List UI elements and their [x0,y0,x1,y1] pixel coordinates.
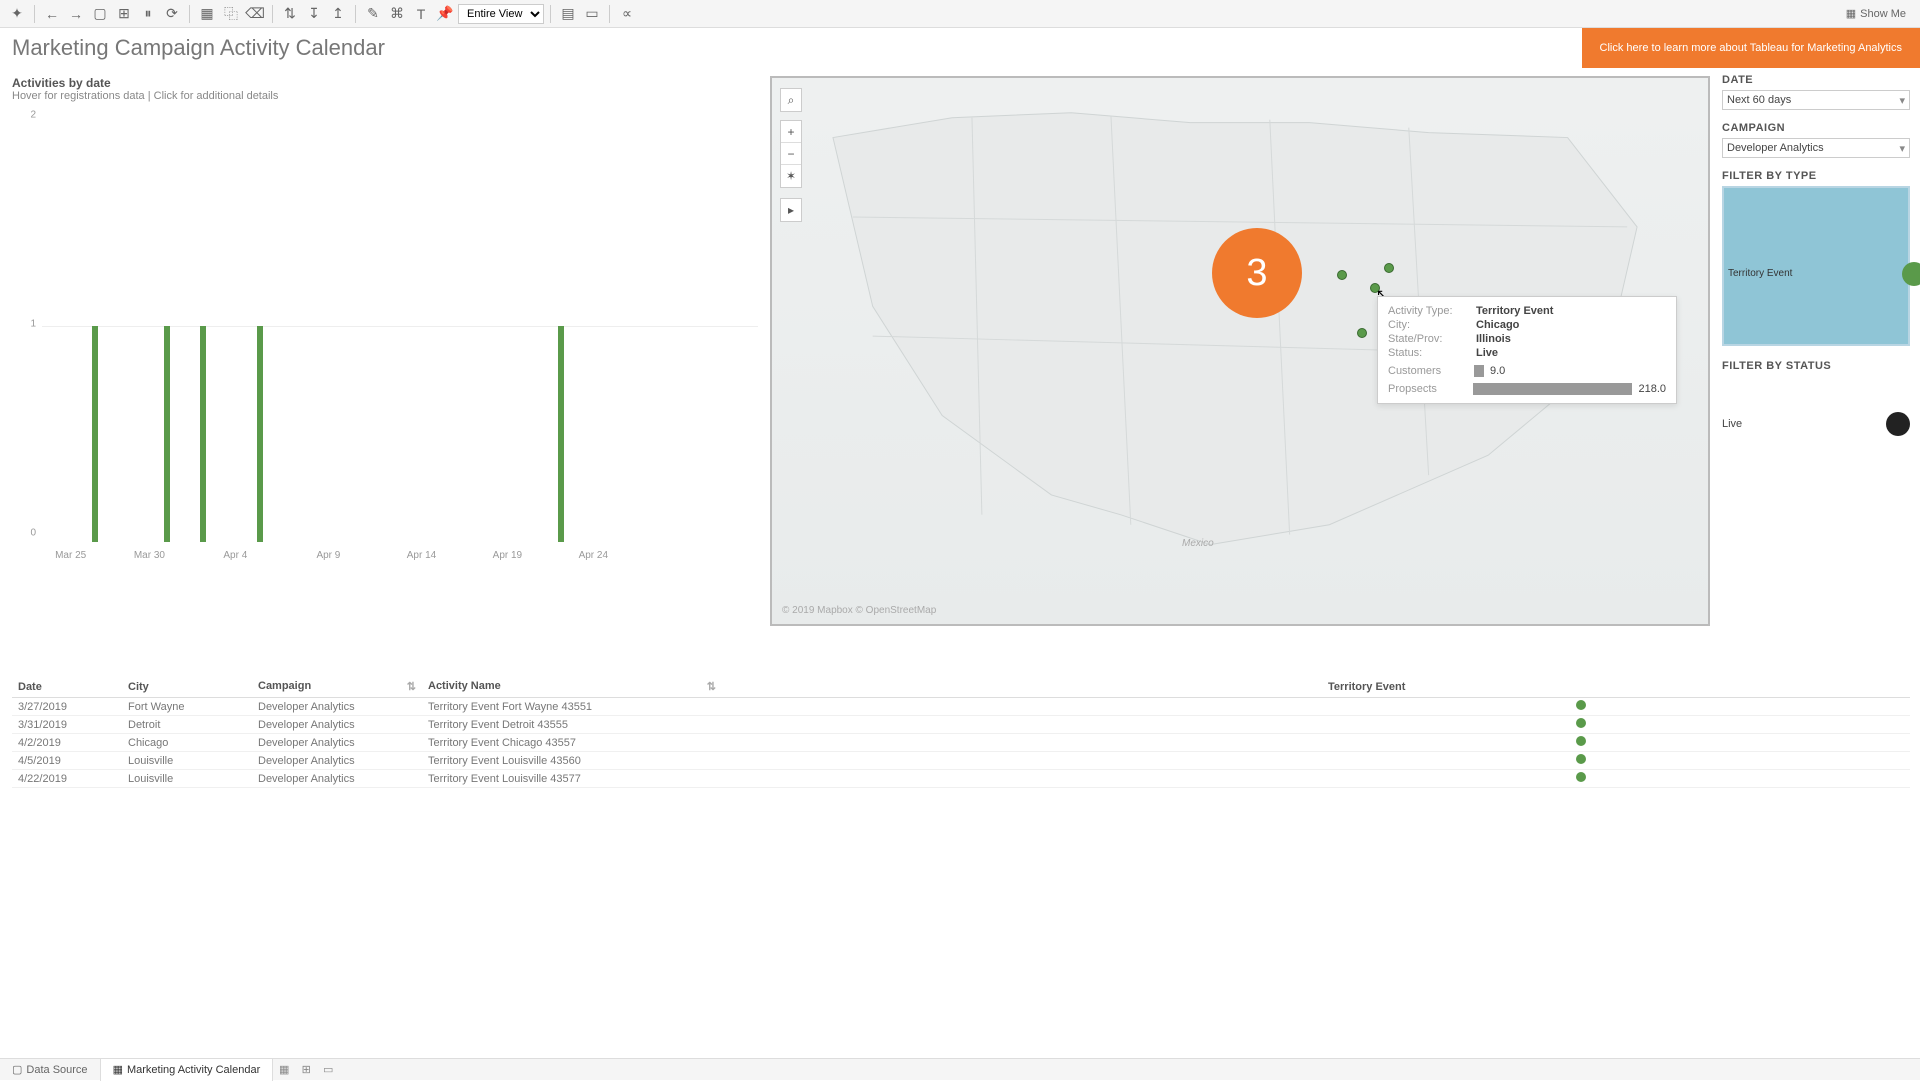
campaign-filter-label: CAMPAIGN [1722,122,1910,134]
show-me-button[interactable]: ▦Show Me [1838,7,1914,20]
type-value: Territory Event [1728,268,1792,279]
table-row[interactable]: 4/2/2019ChicagoDeveloper AnalyticsTerrit… [12,734,1910,752]
status-value: Live [1722,418,1742,430]
new-sheet-icon[interactable]: ▦ [196,3,218,25]
forward-icon[interactable]: → [65,3,87,25]
share-icon[interactable]: ∝ [616,3,638,25]
table-row[interactable]: 3/27/2019Fort WayneDeveloper AnalyticsTe… [12,698,1910,716]
status-filter-label: FILTER BY STATUS [1722,360,1910,372]
sort-icon: ⇅ [707,680,716,693]
pause-data-icon[interactable]: ⏸ [137,3,159,25]
label-icon[interactable]: T [410,3,432,25]
highlight-icon[interactable]: ✎ [362,3,384,25]
col-date[interactable]: Date [12,676,122,698]
x-tick: Mar 30 [134,550,165,561]
pin-icon[interactable]: 📌 [434,3,456,25]
table-row[interactable]: 3/31/2019DetroitDeveloper AnalyticsTerri… [12,716,1910,734]
x-tick: Apr 14 [407,550,436,561]
map-point[interactable] [1384,263,1394,273]
fit-select[interactable]: Entire View [458,4,544,24]
plot-area[interactable] [42,110,758,542]
campaign-filter-select[interactable]: Developer Analytics [1722,138,1910,158]
bar[interactable] [164,326,170,542]
filters-panel: DATE Next 60 days CAMPAIGN Developer Ana… [1710,68,1920,626]
event-dot [1576,772,1586,782]
bar[interactable] [558,326,564,542]
group-icon[interactable]: ⌘ [386,3,408,25]
zoom-in-button[interactable]: + [781,121,801,143]
date-filter-select[interactable]: Next 60 days [1722,90,1910,110]
status-legend-dot [1886,412,1910,436]
status-row[interactable]: Live [1722,412,1910,436]
bar[interactable] [200,326,206,542]
swap-icon[interactable]: ⇅ [279,3,301,25]
type-legend-dot [1902,262,1920,286]
data-source-tab[interactable]: ▢ Data Source [0,1059,101,1081]
map-point[interactable] [1357,328,1367,338]
sort-desc-icon[interactable]: ↥ [327,3,349,25]
map-search-button[interactable]: ⌕ [780,88,802,112]
event-dot [1576,754,1586,764]
map-pan-button[interactable]: ▸ [780,198,802,222]
sheet-tab[interactable]: ▦ Marketing Activity Calendar [101,1059,274,1081]
clear-icon[interactable]: ⌫ [244,3,266,25]
y-tick: 1 [30,319,36,330]
table-row[interactable]: 4/22/2019LouisvilleDeveloper AnalyticsTe… [12,770,1910,788]
promo-banner[interactable]: Click here to learn more about Tableau f… [1582,28,1920,68]
map-tooltip: Activity Type:Territory Event City:Chica… [1377,296,1677,404]
type-treemap[interactable]: Territory Event [1722,186,1910,346]
new-worksheet-icon[interactable]: ▦ [273,1063,295,1076]
col-type[interactable]: Territory Event [1322,676,1840,698]
col-activity[interactable]: Activity Name⇅ [422,676,722,698]
map-label: Mexico [1182,538,1214,549]
event-dot [1576,718,1586,728]
y-tick: 2 [30,109,36,120]
sort-icon: ⇅ [407,680,416,693]
bar-chart[interactable]: 2 1 0 Mar 25 Mar 30 Apr 4 Apr 9 Apr 14 A… [12,106,762,566]
event-dot [1576,736,1586,746]
events-table: Date City Campaign⇅ Activity Name⇅ Terri… [12,676,1910,788]
zoom-out-button[interactable]: − [781,143,801,165]
x-tick: Apr 4 [223,550,247,561]
refresh-icon[interactable]: ⟳ [161,3,183,25]
new-story-icon[interactable]: ▭ [317,1063,339,1076]
map-zoom-controls: + − ✶ [780,120,802,188]
table-row[interactable]: 4/5/2019LouisvilleDeveloper AnalyticsTer… [12,752,1910,770]
sort-asc-icon[interactable]: ↧ [303,3,325,25]
x-tick: Apr 9 [316,550,340,561]
col-campaign[interactable]: Campaign⇅ [252,676,422,698]
logo-icon[interactable]: ✦ [6,3,28,25]
map[interactable]: ⌕ + − ✶ ▸ 3 ↖ Mexico Activity Type:Terri… [770,76,1710,626]
showme-icon: ▦ [1846,7,1856,20]
zoom-reset-button[interactable]: ✶ [781,165,801,187]
bar[interactable] [257,326,263,542]
type-filter-label: FILTER BY TYPE [1722,170,1910,182]
toolbar: ✦ ← → ▢ ⊞ ⏸ ⟳ ▦ ⿻ ⌫ ⇅ ↧ ↥ ✎ ⌘ T 📌 Entire… [0,0,1920,28]
footer-tabs: ▢ Data Source ▦ Marketing Activity Calen… [0,1058,1920,1080]
chart-title: Activities by date [12,76,762,90]
bar[interactable] [92,326,98,542]
x-tick: Apr 19 [493,550,522,561]
col-city[interactable]: City [122,676,252,698]
cluster-bubble[interactable]: 3 [1212,228,1302,318]
dashboard-icon[interactable]: ▤ [557,3,579,25]
date-filter-label: DATE [1722,74,1910,86]
back-icon[interactable]: ← [41,3,63,25]
x-tick: Apr 24 [579,550,608,561]
chart-subtitle: Hover for registrations data | Click for… [12,90,762,102]
map-attribution: © 2019 Mapbox © OpenStreetMap [782,605,936,616]
duplicate-icon[interactable]: ⿻ [220,3,242,25]
save-icon[interactable]: ▢ [89,3,111,25]
present-icon[interactable]: ▭ [581,3,603,25]
map-point[interactable] [1337,270,1347,280]
new-data-icon[interactable]: ⊞ [113,3,135,25]
event-dot [1576,700,1586,710]
x-tick: Mar 25 [55,550,86,561]
new-dashboard-icon[interactable]: ⊞ [295,1063,317,1076]
page-title: Marketing Campaign Activity Calendar [12,35,1582,61]
y-tick: 0 [30,528,36,539]
